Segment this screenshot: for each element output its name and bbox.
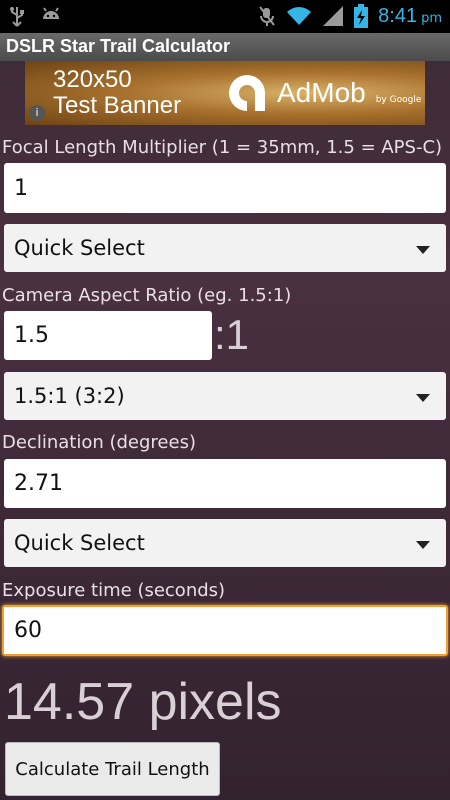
declination-quick-select-label: Quick Select (14, 531, 145, 555)
signal-icon (323, 6, 344, 26)
focal-quick-select-label: Quick Select (14, 236, 145, 260)
declination-label: Declination (degrees) (2, 432, 196, 453)
wifi-icon (287, 7, 312, 25)
exposure-input[interactable]: 60 (2, 605, 448, 656)
status-bar-notifications (8, 6, 62, 28)
admob-brand: AdMob by Google (225, 71, 421, 115)
ad-text-line2: Test Banner (53, 92, 182, 119)
ad-text-line1: 320x50 (53, 66, 132, 93)
declination-quick-select[interactable]: Quick Select (4, 519, 446, 567)
usb-icon (10, 7, 24, 27)
status-bar-system: 8:41 pm (258, 4, 442, 28)
clock-time: 8:41 (378, 4, 418, 27)
focal-length-label: Focal Length Multiplier (1 = 35mm, 1.5 =… (2, 137, 443, 158)
ad-byline: by Google (375, 95, 422, 105)
chevron-down-icon (416, 541, 430, 549)
chevron-down-icon (416, 246, 430, 254)
status-bar: 8:41 pm (0, 0, 450, 33)
aspect-ratio-selected: 1.5:1 (3:2) (14, 384, 125, 408)
battery-charging-icon (354, 4, 369, 28)
clock-ampm: pm (421, 10, 442, 26)
mute-icon (259, 6, 275, 26)
focal-length-input[interactable]: 1 (4, 163, 446, 213)
ad-brand-name: AdMob (277, 77, 366, 108)
chevron-down-icon (416, 394, 430, 402)
app-title: DSLR Star Trail Calculator (6, 36, 231, 56)
app-title-bar: DSLR Star Trail Calculator (0, 33, 450, 61)
admob-logo-icon (229, 75, 265, 111)
android-icon (43, 7, 59, 19)
declination-input[interactable]: 2.71 (4, 459, 446, 508)
aspect-ratio-input[interactable]: 1.5 (4, 311, 212, 360)
focal-quick-select[interactable]: Quick Select (4, 224, 446, 272)
calculate-button[interactable]: Calculate Trail Length (5, 742, 220, 796)
exposure-label: Exposure time (seconds) (2, 580, 226, 601)
ad-info-icon[interactable]: i (29, 105, 45, 121)
aspect-ratio-suffix: :1 (214, 311, 250, 358)
ad-text: 320x50 Test Banner (53, 67, 181, 119)
aspect-ratio-label: Camera Aspect Ratio (eg. 1.5:1) (2, 285, 292, 306)
trail-length-result: 14.57 pixels (4, 673, 282, 731)
ad-banner[interactable]: 320x50 Test Banner AdMob by Google i (25, 61, 425, 125)
aspect-ratio-select[interactable]: 1.5:1 (3:2) (4, 372, 446, 420)
